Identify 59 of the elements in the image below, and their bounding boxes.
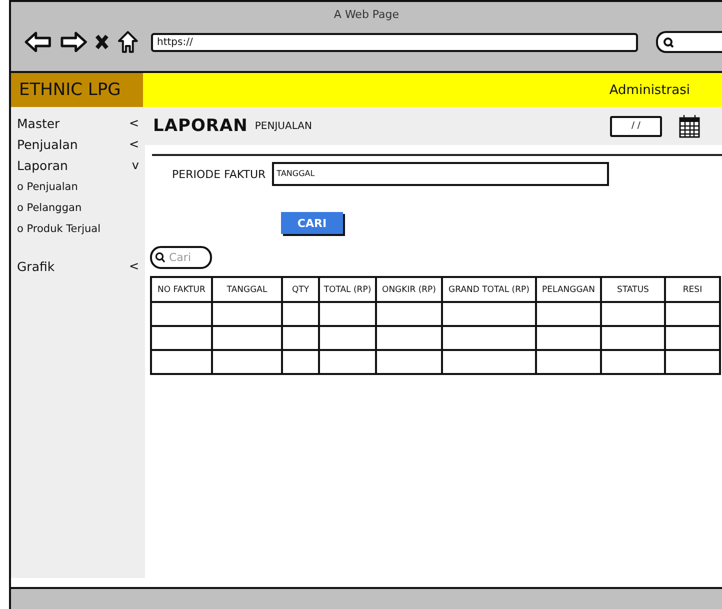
search-icon (662, 36, 674, 48)
table-cell (282, 326, 319, 350)
search-field[interactable] (656, 31, 722, 53)
table-cell (376, 302, 442, 326)
column-header: GRAND TOTAL (RP) (442, 277, 536, 302)
sidebar-item[interactable]: Grafik < (17, 256, 141, 277)
sidebar-subitem[interactable]: o Produk Terjual (17, 219, 141, 240)
table-cell (665, 302, 720, 326)
table-cell (665, 350, 720, 374)
calendar-icon[interactable] (679, 114, 700, 138)
table-cell (536, 350, 601, 374)
address-field[interactable]: https:// (150, 32, 638, 52)
table-cell (212, 302, 282, 326)
table-cell (319, 350, 376, 374)
table-cell (601, 326, 665, 350)
forward-icon[interactable] (60, 31, 88, 53)
back-icon[interactable] (24, 31, 52, 53)
table-cell (282, 302, 319, 326)
column-header: STATUS (601, 277, 665, 302)
sidebar-item[interactable]: Laporan v (17, 155, 141, 176)
table-cell (151, 326, 212, 350)
page-subtitle: PENJUALAN (254, 120, 312, 132)
table-cell (601, 350, 665, 374)
table-cell (665, 326, 720, 350)
table-cell (319, 326, 376, 350)
table-cell (376, 350, 442, 374)
column-header: RESI (665, 277, 720, 302)
table-cell (536, 326, 601, 350)
search-placeholder: Cari (169, 251, 191, 264)
home-icon[interactable] (117, 30, 139, 54)
sidebar-subitem[interactable]: o Penjualan (17, 176, 141, 198)
close-icon[interactable] (95, 34, 110, 50)
column-header: PELANGGAN (536, 277, 601, 302)
column-header: TANGGAL (212, 277, 282, 302)
logo: ETHNIC LPG (11, 73, 143, 107)
table-cell (151, 302, 212, 326)
filter-label: PERIODE FAKTUR (172, 168, 266, 180)
column-header: ONGKIR (RP) (376, 277, 442, 302)
table-cell (536, 302, 601, 326)
page-title: LAPORAN (153, 116, 248, 136)
table-cell (376, 326, 442, 350)
search-icon (155, 252, 165, 263)
column-header: QTY (282, 277, 319, 302)
table-cell (319, 302, 376, 326)
column-header: TOTAL (RP) (319, 277, 376, 302)
sidebar-item[interactable]: Master < (17, 113, 141, 134)
table-cell (212, 350, 282, 374)
table-cell (282, 350, 319, 374)
sidebar-item[interactable]: Penjualan < (17, 134, 141, 155)
column-header: NO FAKTUR (151, 277, 212, 302)
table-cell (601, 302, 665, 326)
user-name: Administrasi (609, 82, 690, 98)
date-input-field[interactable]: TANGGAL (272, 162, 609, 186)
date-field[interactable]: / / (610, 116, 662, 136)
table-cell (212, 326, 282, 350)
table-cell (151, 350, 212, 374)
sidebar-subitem[interactable]: o Pelanggan (17, 198, 141, 219)
search-button[interactable]: CARI (281, 212, 343, 234)
window-title: A Web Page (332, 8, 400, 22)
